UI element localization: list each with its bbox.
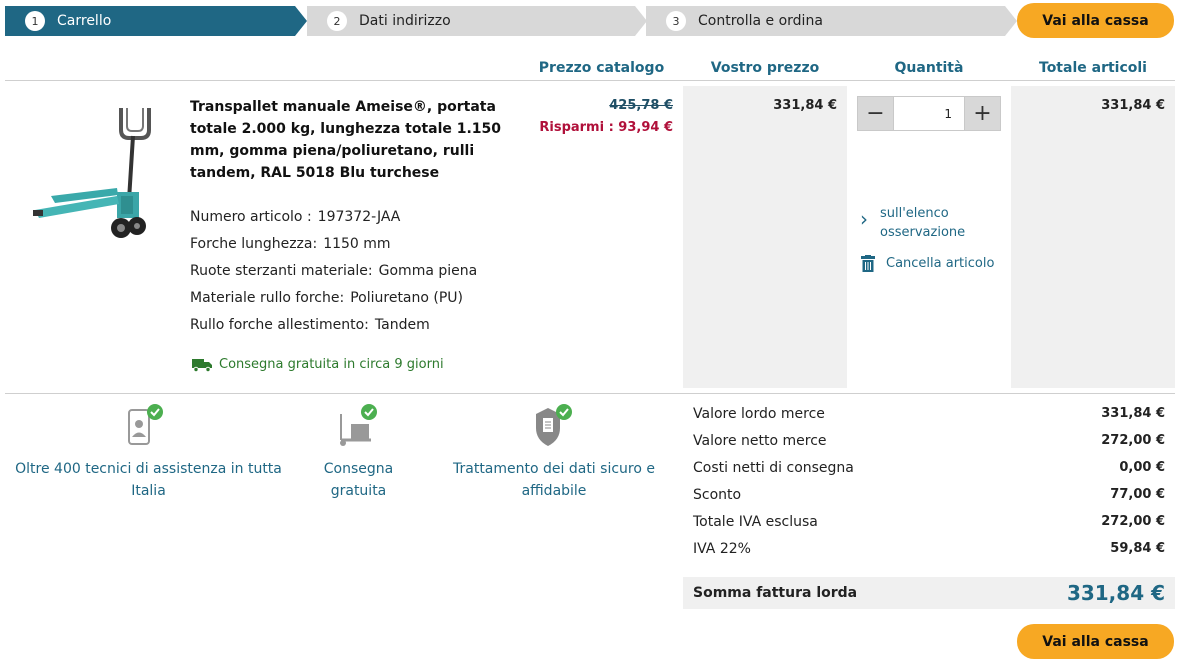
summary-value: 272,00 € bbox=[1101, 514, 1165, 529]
delivery-info: Consegna gratuita in circa 9 giorni bbox=[192, 357, 444, 372]
summary-row: Totale IVA esclusa 272,00 € bbox=[693, 514, 1165, 530]
header-your-price: Vostro prezzo bbox=[710, 60, 820, 76]
product-image[interactable] bbox=[25, 100, 155, 245]
attribute-label: Forche lunghezza: bbox=[190, 236, 318, 252]
trust-text: Oltre 400 tecnici di assistenza in tutta… bbox=[15, 461, 282, 499]
decrease-quantity-button[interactable]: − bbox=[858, 97, 893, 130]
step-label: Dati indirizzo bbox=[359, 13, 451, 29]
your-price-column bbox=[683, 86, 847, 388]
header-total: Totale articoli bbox=[1039, 60, 1147, 76]
header-quantity: Quantità bbox=[894, 60, 964, 76]
remove-label: Cancella articolo bbox=[886, 256, 995, 271]
attribute-value: Gomma piena bbox=[378, 263, 478, 279]
summary-value: 331,84 € bbox=[1101, 406, 1165, 421]
pallet-truck-icon bbox=[337, 404, 381, 448]
summary-row: Valore netto merce 272,00 € bbox=[693, 433, 1165, 449]
step-label: Carrello bbox=[57, 13, 112, 29]
list-price: 425,78 € bbox=[609, 98, 673, 113]
checkout-button-bottom[interactable]: Vai alla cassa bbox=[1017, 624, 1174, 659]
product-title[interactable]: Transpallet manuale Ameise®, portata tot… bbox=[190, 96, 530, 184]
summary-value: 272,00 € bbox=[1101, 433, 1165, 448]
attribute-row: Rullo forche allestimento: Tandem bbox=[190, 312, 477, 339]
summary-row: Costi netti di consegna 0,00 € bbox=[693, 460, 1165, 476]
remove-item-link[interactable]: Cancella articolo bbox=[860, 255, 994, 272]
summary-label: Totale IVA esclusa bbox=[693, 514, 818, 530]
chevron-right-icon: › bbox=[860, 207, 868, 231]
phone-support-icon bbox=[127, 404, 171, 448]
watchlist-label: sull'elenco osservazione bbox=[880, 206, 966, 240]
line-total: 331,84 € bbox=[1101, 98, 1165, 113]
checkout-stepper: 1 Carrello 2 Dati indirizzo 3 Controlla … bbox=[5, 6, 1175, 36]
step-cart[interactable]: 1 Carrello bbox=[5, 6, 307, 36]
trust-text: Consegna gratuita bbox=[323, 461, 394, 499]
header-list-price: Prezzo catalogo bbox=[538, 60, 665, 76]
total-column bbox=[1011, 86, 1175, 388]
divider bbox=[5, 393, 1175, 394]
trust-text: Trattamento dei dati sicuro e affidabile bbox=[453, 461, 655, 499]
attribute-label: Ruote sterzanti materiale: bbox=[190, 263, 373, 279]
trust-badge-data-security: Trattamento dei dati sicuro e affidabile bbox=[440, 404, 668, 502]
step-review[interactable]: 3 Controlla e ordina bbox=[646, 6, 1017, 36]
grand-total: Somma fattura lorda 331,84 € bbox=[683, 577, 1175, 609]
attribute-label: Rullo forche allestimento: bbox=[190, 317, 369, 333]
attribute-row: Materiale rullo forche: Poliuretano (PU) bbox=[190, 285, 477, 312]
trash-icon bbox=[861, 255, 875, 272]
summary-label: Costi netti di consegna bbox=[693, 460, 854, 476]
summary-row: Valore lordo merce 331,84 € bbox=[693, 406, 1165, 422]
step-label: Controlla e ordina bbox=[698, 13, 823, 29]
summary-value: 59,84 € bbox=[1110, 541, 1165, 556]
step-number: 1 bbox=[25, 11, 45, 31]
summary-value: 0,00 € bbox=[1119, 460, 1165, 475]
grand-total-value: 331,84 € bbox=[1066, 581, 1165, 605]
attribute-value: 197372-JAA bbox=[317, 209, 401, 225]
quantity-stepper: − 1 + bbox=[857, 96, 1001, 131]
step-number: 2 bbox=[327, 11, 347, 31]
watchlist-link[interactable]: › sull'elenco osservazione bbox=[860, 204, 980, 242]
divider bbox=[5, 80, 1175, 81]
summary-value: 77,00 € bbox=[1110, 487, 1165, 502]
quantity-input[interactable]: 1 bbox=[893, 97, 965, 130]
attribute-row: Forche lunghezza: 1150 mm bbox=[190, 231, 477, 258]
plus-icon: + bbox=[973, 101, 992, 126]
summary-row: Sconto 77,00 € bbox=[693, 487, 1165, 503]
trust-badge-delivery: Consegna gratuita bbox=[300, 404, 417, 502]
step-number: 3 bbox=[666, 11, 686, 31]
grand-total-label: Somma fattura lorda bbox=[693, 585, 858, 601]
savings: Risparmi : 93,94 € bbox=[539, 120, 673, 135]
summary-label: IVA 22% bbox=[693, 541, 751, 557]
your-price: 331,84 € bbox=[773, 98, 837, 113]
attribute-row: Numero articolo : 197372-JAA bbox=[190, 204, 477, 231]
attribute-value: 1150 mm bbox=[323, 236, 391, 252]
attribute-label: Numero articolo : bbox=[190, 209, 312, 225]
minus-icon: − bbox=[866, 101, 885, 126]
attribute-label: Materiale rullo forche: bbox=[190, 290, 345, 306]
summary-label: Sconto bbox=[693, 487, 742, 503]
step-address[interactable]: 2 Dati indirizzo bbox=[307, 6, 647, 36]
delivery-text: Consegna gratuita in circa 9 giorni bbox=[219, 357, 444, 372]
shield-icon bbox=[532, 404, 576, 448]
attribute-value: Tandem bbox=[374, 317, 430, 333]
checkout-button-top[interactable]: Vai alla cassa bbox=[1017, 3, 1174, 38]
trust-badge-support: Oltre 400 tecnici di assistenza in tutta… bbox=[15, 404, 282, 502]
attribute-value: Poliuretano (PU) bbox=[350, 290, 464, 306]
summary-label: Valore netto merce bbox=[693, 433, 827, 449]
summary-label: Valore lordo merce bbox=[693, 406, 825, 422]
product-attributes: Numero articolo : 197372-JAA Forche lungh… bbox=[190, 204, 477, 339]
delivery-truck-icon bbox=[192, 358, 212, 372]
summary-row: IVA 22% 59,84 € bbox=[693, 541, 1165, 557]
increase-quantity-button[interactable]: + bbox=[965, 97, 1000, 130]
attribute-row: Ruote sterzanti materiale: Gomma piena bbox=[190, 258, 477, 285]
